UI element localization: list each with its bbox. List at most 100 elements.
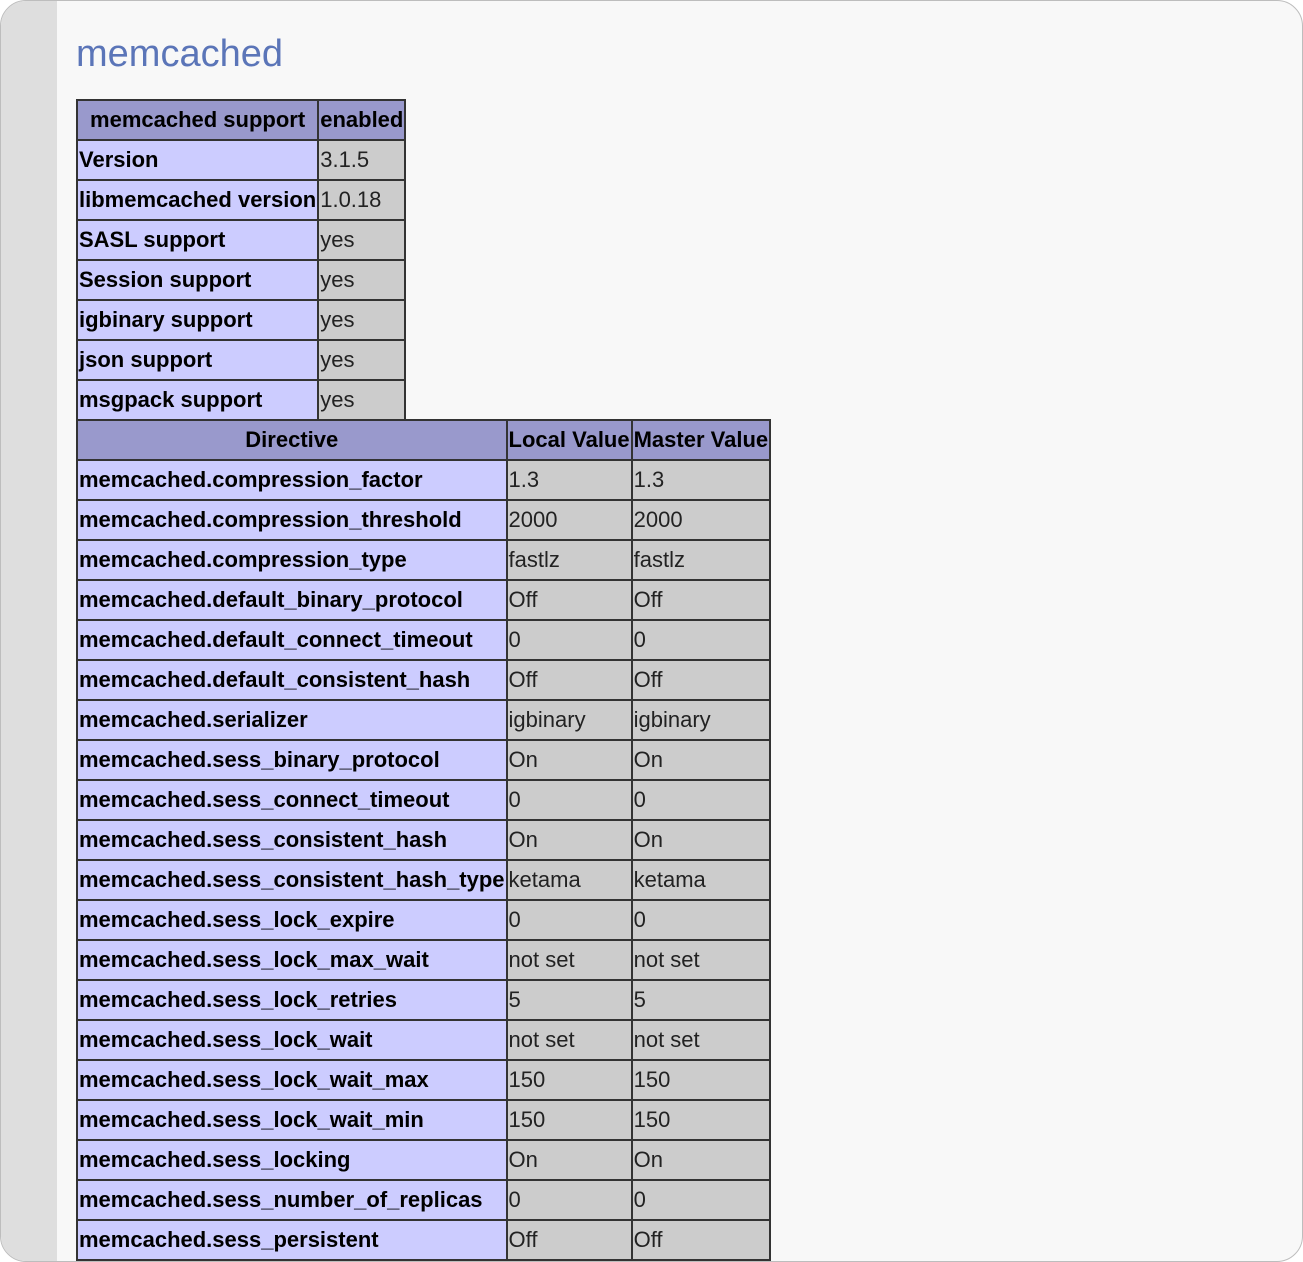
local-value-cell: On bbox=[505, 819, 633, 861]
master-value-cell: not set bbox=[630, 1019, 772, 1061]
support-value-cell: yes bbox=[317, 259, 407, 301]
support-name-cell: Version bbox=[75, 139, 320, 181]
directive-name-cell: memcached.sess_consistent_hash_type bbox=[76, 859, 508, 901]
table-row: memcached.sess_lock_max_wait not set not s… bbox=[76, 939, 772, 981]
table-row: memcached.default_connect_timeout 0 0 bbox=[76, 619, 772, 661]
directive-name-cell: memcached.sess_lock_wait bbox=[76, 1019, 508, 1061]
master-value-cell: 0 bbox=[630, 619, 772, 661]
table-row: memcached.default_binary_protocol Off Off bbox=[76, 579, 772, 621]
local-value-cell: 150 bbox=[505, 1059, 633, 1101]
module-title: memcached bbox=[76, 33, 283, 75]
table-row: memcached.sess_consistent_hash On On bbox=[76, 819, 772, 861]
directive-header: Directive bbox=[76, 419, 508, 461]
support-name-cell: msgpack support bbox=[75, 379, 320, 421]
directive-name-cell: memcached.sess_lock_wait_min bbox=[76, 1099, 508, 1141]
master-value-cell: ketama bbox=[630, 859, 772, 901]
local-value-cell: not set bbox=[505, 939, 633, 981]
support-name-cell: igbinary support bbox=[75, 299, 320, 341]
support-table-header-row: memcached support enabled bbox=[75, 99, 407, 141]
local-value-cell: 1.3 bbox=[505, 459, 633, 501]
master-value-cell: 1.3 bbox=[630, 459, 772, 501]
local-value-cell: 5 bbox=[505, 979, 633, 1021]
local-value-cell: On bbox=[505, 1139, 633, 1181]
local-value-cell: 0 bbox=[505, 619, 633, 661]
local-value-cell: not set bbox=[505, 1019, 633, 1061]
local-value-cell: 2000 bbox=[505, 499, 633, 541]
local-value-cell: On bbox=[505, 739, 633, 781]
table-row: SASL support yes bbox=[75, 219, 407, 261]
table-row: memcached.default_consistent_hash Off Off bbox=[76, 659, 772, 701]
directive-name-cell: memcached.serializer bbox=[76, 699, 508, 741]
local-value-cell: 0 bbox=[505, 779, 633, 821]
support-value-cell: yes bbox=[317, 219, 407, 261]
local-value-cell: fastlz bbox=[505, 539, 633, 581]
master-value-cell: fastlz bbox=[630, 539, 772, 581]
table-row: memcached.sess_lock_wait_max 150 150 bbox=[76, 1059, 772, 1101]
directive-name-cell: memcached.sess_binary_protocol bbox=[76, 739, 508, 781]
directive-table: Directive Local Value Master Value memca… bbox=[76, 419, 772, 1261]
local-value-cell: ketama bbox=[505, 859, 633, 901]
support-name-cell: libmemcached version bbox=[75, 179, 320, 221]
browser-viewport: memcached memcached support enabled Vers… bbox=[0, 0, 1303, 1262]
support-name-cell: Session support bbox=[75, 259, 320, 301]
master-value-cell: 2000 bbox=[630, 499, 772, 541]
master-value-cell: Off bbox=[630, 579, 772, 621]
local-value-cell: Off bbox=[505, 659, 633, 701]
directive-name-cell: memcached.default_consistent_hash bbox=[76, 659, 508, 701]
support-table: memcached support enabled Version 3.1.5 li… bbox=[75, 99, 407, 421]
master-value-cell: 0 bbox=[630, 779, 772, 821]
master-value-cell: 150 bbox=[630, 1059, 772, 1101]
local-value-cell: 150 bbox=[505, 1099, 633, 1141]
master-value-cell: not set bbox=[630, 939, 772, 981]
master-value-cell: Off bbox=[630, 1219, 772, 1261]
table-row: memcached.sess_lock_wait_min 150 150 bbox=[76, 1099, 772, 1141]
local-value-cell: 0 bbox=[505, 899, 633, 941]
master-value-cell: 0 bbox=[630, 1179, 772, 1221]
directive-name-cell: memcached.default_binary_protocol bbox=[76, 579, 508, 621]
directive-name-cell: memcached.sess_lock_max_wait bbox=[76, 939, 508, 981]
support-value-cell: yes bbox=[317, 299, 407, 341]
master-value-cell: 0 bbox=[630, 899, 772, 941]
support-name-cell: SASL support bbox=[75, 219, 320, 261]
local-value-cell: Off bbox=[505, 579, 633, 621]
support-value-cell: 3.1.5 bbox=[317, 139, 407, 181]
table-row: Version 3.1.5 bbox=[75, 139, 407, 181]
master-value-cell: On bbox=[630, 739, 772, 781]
table-row: memcached.sess_lock_expire 0 0 bbox=[76, 899, 772, 941]
table-row: igbinary support yes bbox=[75, 299, 407, 341]
support-name-cell: json support bbox=[75, 339, 320, 381]
directive-name-cell: memcached.sess_locking bbox=[76, 1139, 508, 1181]
directive-table-header-row: Directive Local Value Master Value bbox=[76, 419, 772, 461]
directive-name-cell: memcached.sess_number_of_replicas bbox=[76, 1179, 508, 1221]
table-row: memcached.sess_lock_wait not set not set bbox=[76, 1019, 772, 1061]
table-row: memcached.compression_factor 1.3 1.3 bbox=[76, 459, 772, 501]
directive-name-cell: memcached.sess_connect_timeout bbox=[76, 779, 508, 821]
support-header-value: enabled bbox=[317, 99, 407, 141]
support-value-cell: 1.0.18 bbox=[317, 179, 407, 221]
directive-name-cell: memcached.compression_type bbox=[76, 539, 508, 581]
master-value-header: Master Value bbox=[630, 419, 772, 461]
support-header-name: memcached support bbox=[75, 99, 320, 141]
table-row: memcached.sess_connect_timeout 0 0 bbox=[76, 779, 772, 821]
table-row: libmemcached version 1.0.18 bbox=[75, 179, 407, 221]
table-row: json support yes bbox=[75, 339, 407, 381]
directive-name-cell: memcached.compression_factor bbox=[76, 459, 508, 501]
table-row: memcached.sess_locking On On bbox=[76, 1139, 772, 1181]
directive-name-cell: memcached.sess_lock_retries bbox=[76, 979, 508, 1021]
local-value-cell: igbinary bbox=[505, 699, 633, 741]
table-row: memcached.serializer igbinary igbinary bbox=[76, 699, 772, 741]
master-value-cell: 5 bbox=[630, 979, 772, 1021]
table-row: Session support yes bbox=[75, 259, 407, 301]
master-value-cell: On bbox=[630, 1139, 772, 1181]
local-value-cell: 0 bbox=[505, 1179, 633, 1221]
master-value-cell: Off bbox=[630, 659, 772, 701]
local-value-header: Local Value bbox=[505, 419, 633, 461]
master-value-cell: 150 bbox=[630, 1099, 772, 1141]
master-value-cell: On bbox=[630, 819, 772, 861]
table-row: memcached.sess_persistent Off Off bbox=[76, 1219, 772, 1261]
table-row: memcached.sess_number_of_replicas 0 0 bbox=[76, 1179, 772, 1221]
directive-name-cell: memcached.sess_lock_wait_max bbox=[76, 1059, 508, 1101]
local-value-cell: Off bbox=[505, 1219, 633, 1261]
table-row: memcached.sess_binary_protocol On On bbox=[76, 739, 772, 781]
table-row: memcached.compression_threshold 2000 2000 bbox=[76, 499, 772, 541]
